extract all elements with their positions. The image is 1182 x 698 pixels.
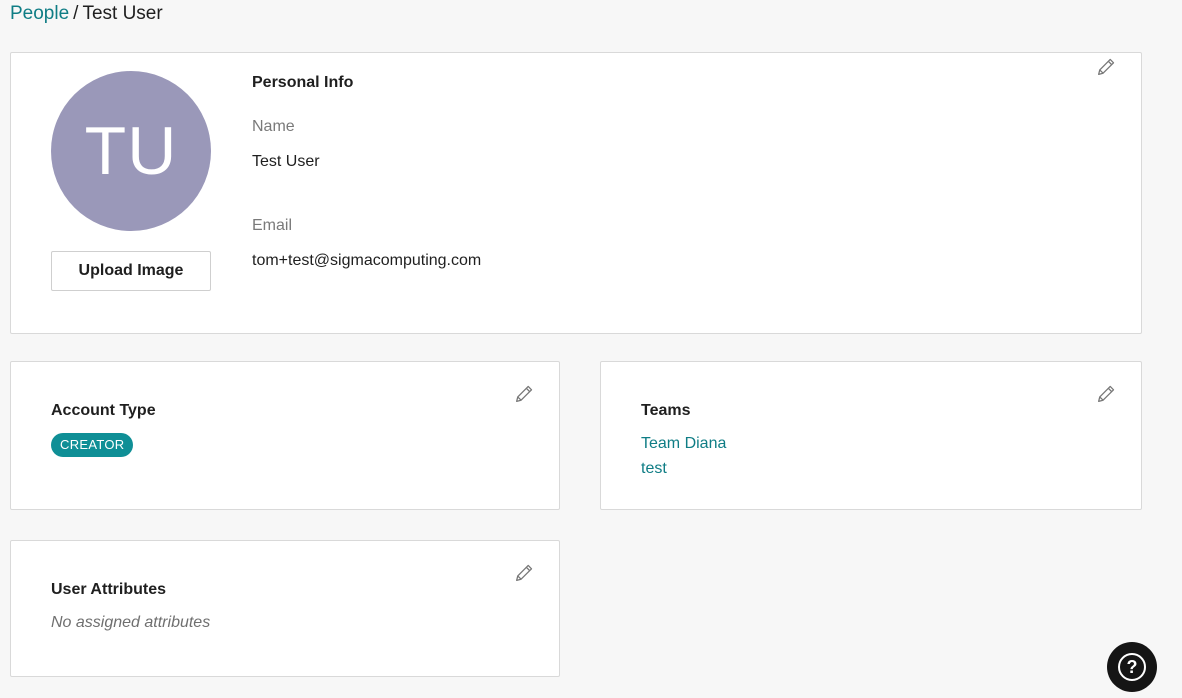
- user-attributes-title: User Attributes: [51, 581, 166, 598]
- email-value: tom+test@sigmacomputing.com: [252, 252, 482, 269]
- help-button[interactable]: ?: [1107, 642, 1157, 692]
- edit-user-attributes-button[interactable]: [512, 561, 536, 585]
- breadcrumb-current: Test User: [82, 3, 163, 24]
- account-type-card: Account Type CREATOR: [10, 361, 560, 510]
- edit-teams-button[interactable]: [1094, 382, 1118, 406]
- team-link[interactable]: test: [641, 460, 667, 478]
- edit-account-type-button[interactable]: [512, 382, 536, 406]
- teams-card: Teams Team Diana test: [600, 361, 1142, 510]
- teams-title: Teams: [641, 402, 691, 419]
- breadcrumb-people-link[interactable]: People: [10, 3, 69, 24]
- no-attributes-text: No assigned attributes: [51, 614, 211, 631]
- pencil-icon: [1098, 385, 1115, 402]
- user-attributes-card: User Attributes No assigned attributes: [10, 540, 560, 677]
- pencil-icon: [516, 385, 533, 402]
- team-link[interactable]: Team Diana: [641, 435, 726, 453]
- name-value: Test User: [252, 153, 320, 170]
- help-icon: ?: [1118, 653, 1146, 681]
- upload-image-button[interactable]: Upload Image: [51, 251, 211, 291]
- avatar: TU: [51, 71, 211, 231]
- account-type-title: Account Type: [51, 402, 156, 419]
- edit-personal-info-button[interactable]: [1094, 55, 1118, 79]
- name-label: Name: [252, 118, 295, 135]
- help-glyph: ?: [1126, 656, 1138, 677]
- email-label: Email: [252, 217, 293, 234]
- pencil-icon: [516, 564, 533, 581]
- avatar-initials: TU: [84, 113, 178, 189]
- personal-info-card: TU Upload Image Personal Info Name Test …: [10, 52, 1142, 334]
- pencil-icon: [1098, 58, 1115, 75]
- personal-info-title: Personal Info: [252, 74, 354, 91]
- breadcrumb-separator: /: [73, 3, 79, 24]
- breadcrumb: People / Test User: [10, 2, 163, 26]
- account-type-badge: CREATOR: [51, 433, 134, 457]
